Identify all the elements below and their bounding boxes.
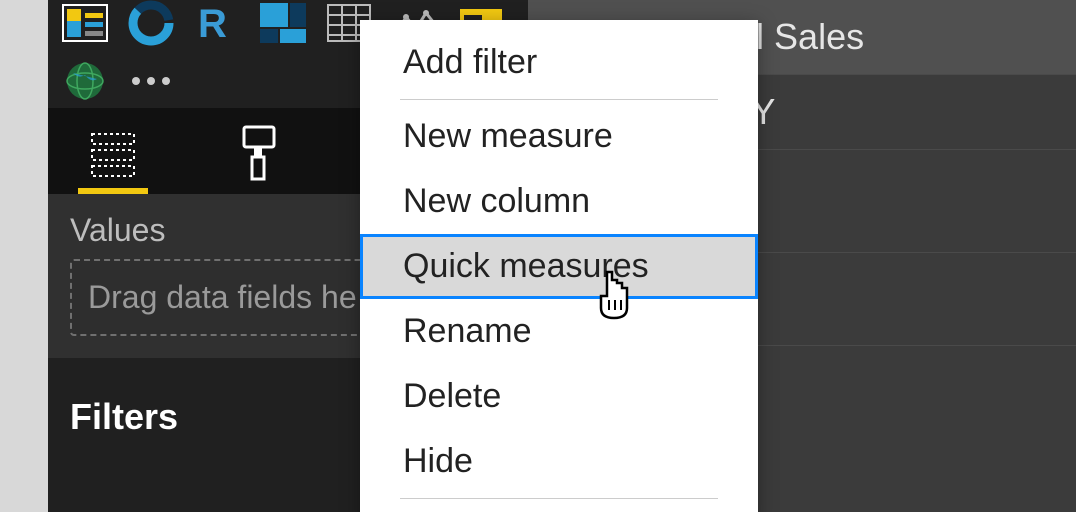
menu-new-measure[interactable]: New measure <box>360 104 758 169</box>
treemap-icon[interactable] <box>256 0 310 46</box>
menu-delete[interactable]: Delete <box>360 364 758 429</box>
menu-separator <box>400 498 718 499</box>
menu-separator <box>400 99 718 100</box>
donut-icon[interactable] <box>124 0 178 46</box>
menu-quick-measures[interactable]: Quick measures <box>360 234 758 299</box>
menu-rename[interactable]: Rename <box>360 299 758 364</box>
app-root: R x <box>0 0 1076 512</box>
tab-format[interactable] <box>218 118 288 194</box>
tab-fields[interactable] <box>78 118 148 194</box>
menu-new-column[interactable]: New column <box>360 169 758 234</box>
r-visual-icon[interactable]: R <box>190 0 244 46</box>
stacked-area-icon[interactable] <box>58 0 112 46</box>
globe-icon[interactable] <box>58 58 112 104</box>
menu-hide[interactable]: Hide <box>360 429 758 494</box>
context-menu: Add filter New measure New column Quick … <box>360 20 758 512</box>
more-icon[interactable] <box>124 58 178 104</box>
left-gutter <box>0 0 49 512</box>
svg-text:R: R <box>198 3 227 43</box>
menu-add-filter[interactable]: Add filter <box>360 30 758 95</box>
